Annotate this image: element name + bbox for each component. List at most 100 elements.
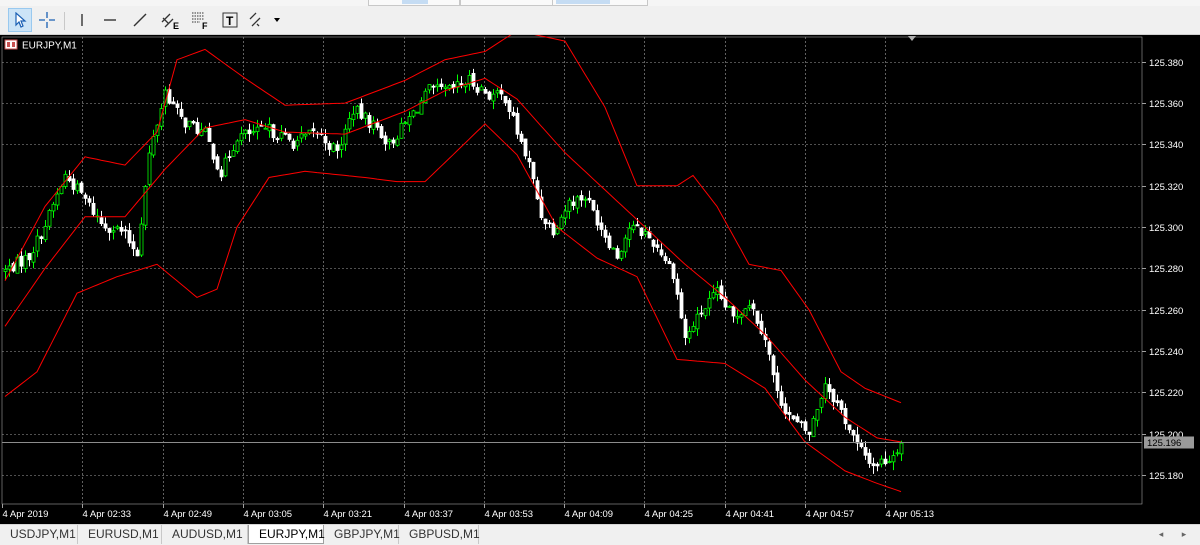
equidistant-channel-button[interactable]: E [158, 8, 182, 32]
chart-window-icon [4, 39, 18, 50]
candle-bear [335, 144, 340, 151]
price-chart[interactable]: 125.380 125.360 125.340 125.320 125.300 125.2… [0, 30, 1200, 524]
candle-bull [355, 105, 360, 114]
tab-audusd[interactable]: AUDUSD,M1 [162, 525, 248, 544]
candle-bear [123, 229, 128, 232]
crosshair-tool-button[interactable] [35, 8, 59, 32]
candle-bear [859, 442, 864, 448]
candle-bull [75, 183, 80, 192]
trendline-button[interactable] [128, 8, 152, 32]
text-label-button[interactable]: T [218, 8, 242, 32]
candle-bear [579, 195, 584, 201]
candle-bear [543, 218, 548, 225]
symbol-label: EURJPY,M1 [22, 41, 77, 52]
candle-bull [491, 93, 496, 102]
candle-bear [615, 248, 620, 259]
tabs-scroll-left-button[interactable]: ◂ [1153, 527, 1169, 541]
text-icon-label: T [226, 14, 234, 28]
horizontal-line-button[interactable] [98, 8, 122, 32]
pointer-tool-button[interactable] [8, 8, 32, 32]
candle-bull [479, 86, 484, 91]
candle-bull [643, 231, 648, 235]
candle-bear [863, 447, 868, 456]
candle-bear [383, 135, 388, 145]
candle-bull [611, 247, 616, 250]
candle-bear [311, 128, 316, 132]
candle-bear [439, 83, 444, 88]
candle-bear [607, 235, 612, 249]
candle-bear [595, 210, 600, 226]
tab-eurusd[interactable]: EURUSD,M1 [78, 525, 162, 544]
candle-bear [799, 421, 804, 424]
candle-bull [35, 235, 40, 252]
candle-bear [179, 108, 184, 117]
tabs-scroll-right-button[interactable]: ▸ [1176, 527, 1192, 541]
candle-bear [783, 403, 788, 415]
candle-bear [655, 244, 660, 248]
trendline-icon [133, 13, 147, 27]
candle-bull [411, 110, 416, 117]
candle-bull [811, 417, 816, 438]
drawing-toolbar: E F T [0, 6, 1200, 35]
candle-bull [7, 265, 12, 270]
candle-bear [779, 391, 784, 406]
candle-bear [271, 124, 276, 139]
candle-bear [119, 226, 124, 232]
candle-bear [671, 263, 676, 280]
tab-gbpusd[interactable]: GBPUSD,M1 [399, 525, 480, 544]
candle-bear [883, 458, 888, 465]
fibonacci-retracement-button[interactable]: F [188, 8, 212, 32]
candle-bull [343, 128, 348, 145]
tab-eurjpy[interactable]: EURJPY,M1 [248, 525, 325, 544]
candle-bear [839, 400, 844, 410]
tab-gbpjpy[interactable]: GBPJPY,M1 [324, 525, 400, 544]
candle-bull [251, 131, 256, 134]
horizontal-line-icon [104, 19, 116, 21]
candle-bear [39, 236, 44, 239]
candle-bear [71, 178, 76, 190]
candle-bull [147, 152, 152, 185]
candle-bull [223, 157, 228, 177]
candle-bull [115, 226, 120, 229]
crosshair-icon [39, 12, 55, 28]
candle-bull [55, 193, 60, 206]
channel-icon: E [161, 13, 179, 30]
vertical-line-button[interactable] [70, 8, 94, 32]
candle-bull [415, 111, 420, 114]
time-axis-label: 4 Apr 03:53 [485, 509, 534, 520]
time-axis-label: 4 Apr 04:25 [645, 509, 694, 520]
arrows-button[interactable] [246, 8, 282, 32]
current-price-label: 125.196 [1147, 438, 1181, 449]
candle-bear [219, 169, 224, 178]
candle-bear [171, 101, 176, 105]
candle-bull [563, 210, 568, 219]
channel-icon-label: E [173, 21, 179, 30]
top-strip-highlight [556, 0, 610, 4]
chart-tabs-bar: USDJPY,M1 EURUSD,M1 AUDUSD,M1 EURJPY,M1 … [0, 524, 1200, 545]
time-axis-label: 4 Apr 03:05 [244, 509, 293, 520]
candle-bull [819, 398, 824, 408]
tab-usdjpy[interactable]: USDJPY,M1 [0, 525, 78, 544]
candle-bear [547, 222, 552, 225]
candle-bear [679, 292, 684, 319]
candle-bull [443, 86, 448, 89]
candle-bear [851, 429, 856, 436]
candle-bull [895, 452, 900, 455]
candle-bear [431, 85, 436, 88]
candle-bear [131, 241, 136, 250]
candle-bear [523, 138, 528, 157]
candle-bear [79, 182, 84, 193]
candle-bear [591, 199, 596, 211]
candle-bear [807, 431, 812, 435]
candle-bear [503, 95, 508, 104]
candle-bear [483, 89, 488, 94]
time-axis-label: 4 Apr 2019 [3, 509, 49, 520]
candle-bear [391, 139, 396, 144]
candle-bear [287, 133, 292, 140]
fibonacci-icon: F [192, 12, 208, 30]
chart-area[interactable]: 125.380 125.360 125.340 125.320 125.300 125.2… [0, 30, 1200, 524]
candle-bull [151, 136, 156, 156]
time-axis-label: 4 Apr 03:37 [405, 509, 454, 520]
candle-bull [239, 133, 244, 142]
candle-bear [507, 100, 512, 113]
